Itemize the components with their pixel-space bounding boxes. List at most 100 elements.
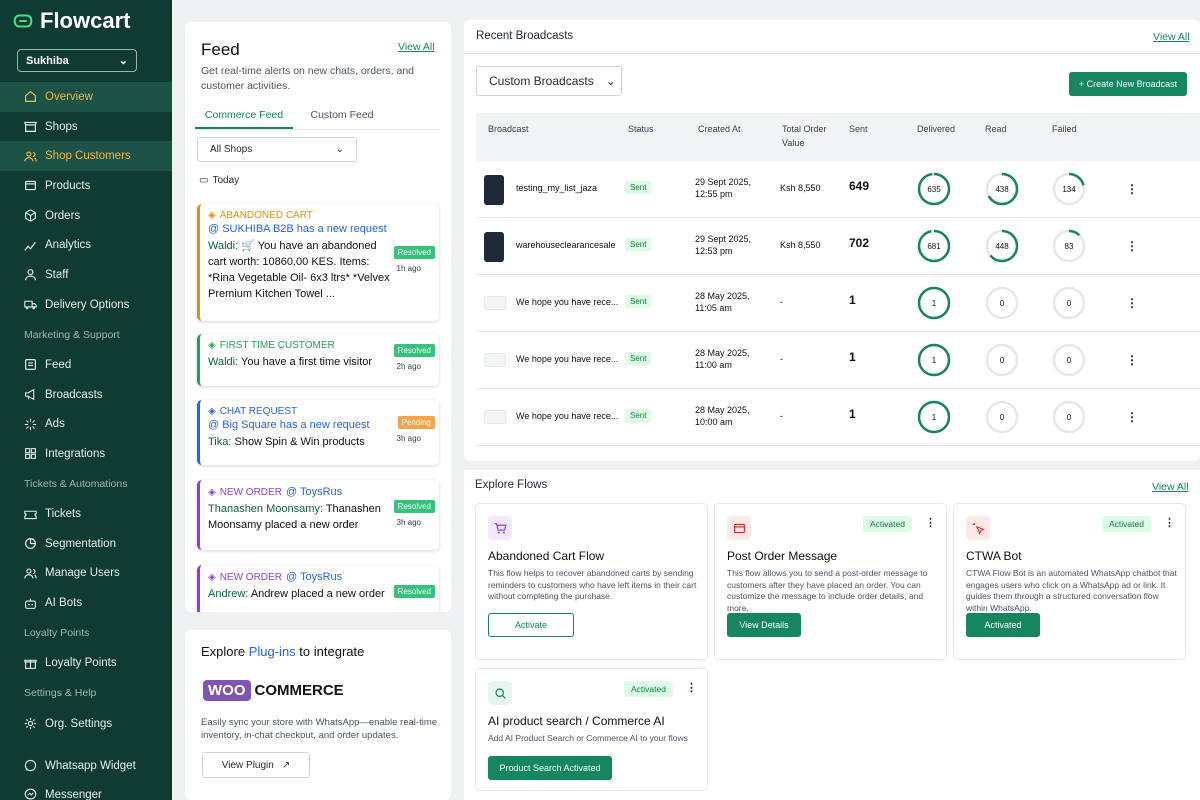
broadcast-type-dropdown[interactable]: Custom Broadcasts ⌄ <box>476 66 622 96</box>
flow-card-post-order-message[interactable]: Activated ⋮ Post Order Message This flow al… <box>714 503 947 660</box>
flow-card-abandoned-cart-flow[interactable]: Abandoned Cart Flow This flow helps to re… <box>475 503 708 660</box>
table-row[interactable]: We hope you have rece... Sent 28 May 2025,… <box>476 389 1200 446</box>
shop-selector[interactable]: Sukhiba ⌄ <box>17 49 137 72</box>
plugin-description: Easily sync your store with WhatsApp—ena… <box>201 717 438 741</box>
sidebar-item-staff[interactable]: Staff <box>0 260 172 290</box>
feed-card: Feed View All Get real-time alerts on ne… <box>185 22 451 612</box>
table-row[interactable]: testing_my_list_jaza Sent 29 Sept 2025, 12:… <box>476 161 1200 218</box>
more-options-icon[interactable]: ⋮ <box>1126 353 1138 367</box>
sidebar-item-analytics[interactable]: Analytics <box>0 230 172 260</box>
more-options-icon[interactable]: ⋮ <box>1164 516 1175 529</box>
total-order-value: Ksh 8,550 <box>780 240 821 250</box>
chart-icon <box>24 239 37 252</box>
shops-filter-dropdown[interactable]: All Shops ⌄ <box>197 137 357 162</box>
cart-icon <box>488 516 512 540</box>
sidebar-item-integrations[interactable]: Integrations <box>0 439 172 469</box>
flow-card-ctwa-bot[interactable]: Activated ⋮ CTWA Bot CTWA Flow Bot is an au… <box>953 503 1186 660</box>
sidebar-item-tickets[interactable]: Tickets <box>0 499 172 529</box>
broadcast-name[interactable]: We hope you have rece... <box>516 354 618 364</box>
sidebar-item-broadcasts[interactable]: Broadcasts <box>0 380 172 410</box>
alert-mention[interactable]: @ SUKHIBA B2B has a new request <box>208 223 431 235</box>
broadcast-name[interactable]: warehouseclearancesale <box>516 240 616 250</box>
sidebar: Flowcart Sukhiba ⌄ Overview Shops Shop Cus… <box>0 0 172 800</box>
flow-card-ai-product-search-commerce-ai[interactable]: Activated ⋮ AI product search / Commerce A… <box>475 668 708 791</box>
created-time: 10:00 am <box>695 417 733 427</box>
sidebar-item-whatsapp-widget[interactable]: Whatsapp Widget <box>0 751 172 780</box>
view-plugin-label: View Plugin <box>221 759 274 771</box>
status-badge: Sent <box>625 352 652 365</box>
sidebar-item-delivery-options[interactable]: Delivery Options <box>0 290 172 320</box>
more-options-icon[interactable]: ⋮ <box>1126 296 1138 310</box>
sidebar-item-orders[interactable]: Orders <box>0 201 172 231</box>
alert-shop-mention[interactable]: @ ToysRus <box>286 571 342 583</box>
flow-name: Post Order Message <box>727 549 838 563</box>
created-date: 28 May 2025, <box>695 348 750 358</box>
table-row[interactable]: We hope you have rece... Sent 28 May 2025,… <box>476 332 1200 389</box>
flow-action-button[interactable]: Activated <box>966 613 1040 637</box>
more-options-icon[interactable]: ⋮ <box>925 516 936 529</box>
tab-custom-feed[interactable]: Custom Feed <box>293 104 391 129</box>
more-options-icon[interactable]: ⋮ <box>1126 239 1138 253</box>
sidebar-item-manage-users[interactable]: Manage Users <box>0 559 172 589</box>
feed-alert[interactable]: ◈ CHAT REQUEST @ Big Square has a new requ… <box>197 400 439 465</box>
broadcast-name[interactable]: We hope you have rece... <box>516 411 618 421</box>
alert-shop-mention[interactable]: @ ToysRus <box>286 486 342 498</box>
sidebar-item-feed[interactable]: Feed <box>0 350 172 380</box>
image-placeholder-icon <box>484 296 506 310</box>
more-options-icon[interactable]: ⋮ <box>686 681 697 694</box>
users-icon <box>24 150 37 163</box>
package-icon <box>24 209 37 222</box>
alert-sender: Waldi: <box>208 240 239 252</box>
sidebar-item-ai-bots[interactable]: AI Bots <box>0 588 172 618</box>
alert-type-label: CHAT REQUEST <box>219 406 298 417</box>
created-at: 29 Sept 2025, 12:53 pm <box>695 233 751 257</box>
delivered-ring: 1 <box>917 286 951 320</box>
sidebar-item-label: Shop Customers <box>45 150 131 163</box>
sidebar-item-segmentation[interactable]: Segmentation <box>0 529 172 559</box>
more-options-icon[interactable]: ⋮ <box>1126 182 1138 196</box>
sidebar-item-label: Org. Settings <box>45 717 113 730</box>
table-row[interactable]: We hope you have rece... Sent 28 May 2025,… <box>476 275 1200 332</box>
feed-alert[interactable]: ◈ NEW ORDER @ ToysRus Andrew: Andrew placed… <box>197 565 439 612</box>
table-header: Broadcast Status Created At Total Order Val… <box>476 113 1200 161</box>
tab-commerce-feed[interactable]: Commerce Feed <box>195 104 293 129</box>
created-at: 28 May 2025, 10:00 am <box>695 404 750 428</box>
flow-action-button[interactable]: View Details <box>727 613 801 637</box>
failed-ring: 0 <box>1052 400 1086 434</box>
sidebar-item-org-settings[interactable]: Org. Settings <box>0 709 172 739</box>
sidebar-item-ads[interactable]: Ads <box>0 409 172 439</box>
flow-action-button[interactable]: Product Search Activated <box>488 756 612 780</box>
created-time: 11:05 am <box>695 303 732 313</box>
sidebar-item-overview[interactable]: Overview <box>0 82 172 112</box>
alert-time: 3h ago <box>396 434 421 443</box>
broadcast-name[interactable]: testing_my_list_jaza <box>516 183 597 193</box>
feed-view-all-link[interactable]: View All <box>398 41 435 53</box>
app-logo[interactable]: Flowcart <box>12 8 130 34</box>
sidebar-item-loyalty-points[interactable]: Loyalty Points <box>0 649 172 679</box>
feed-alert[interactable]: ◈ FIRST TIME CUSTOMER Waldi: You have a fi… <box>197 334 439 386</box>
flows-view-all-link[interactable]: View All <box>1152 481 1189 493</box>
plugins-title-link[interactable]: Plug-ins <box>249 644 296 659</box>
sidebar-item-products[interactable]: Products <box>0 171 172 201</box>
table-body: testing_my_list_jaza Sent 29 Sept 2025, 12:… <box>476 161 1200 446</box>
flowcart-logo-icon <box>13 14 33 28</box>
table-row[interactable]: warehouseclearancesale Sent 29 Sept 2025, 1… <box>476 218 1200 275</box>
view-plugin-button[interactable]: View Plugin ↗ <box>202 752 310 778</box>
broadcast-name[interactable]: We hope you have rece... <box>516 297 618 307</box>
truck-icon <box>24 298 37 311</box>
flow-action-button[interactable]: Activate <box>488 613 574 637</box>
sidebar-item-shops[interactable]: Shops <box>0 112 172 142</box>
create-broadcast-button[interactable]: + Create New Broadcast <box>1069 72 1187 96</box>
messenger-icon <box>24 788 37 800</box>
feed-alert[interactable]: ◈ NEW ORDER @ ToysRus Thanashen Moonsamy: T… <box>197 480 439 550</box>
delivered-ring-value: 1 <box>932 356 937 365</box>
total-order-value: - <box>780 411 783 421</box>
created-at: 29 Sept 2025, 12:55 pm <box>695 176 751 200</box>
more-options-icon[interactable]: ⋮ <box>1126 410 1138 424</box>
sidebar-item-messenger[interactable]: Messenger <box>0 780 172 800</box>
sidebar-item-shop-customers[interactable]: Shop Customers <box>0 141 172 172</box>
sent-count: 649 <box>849 179 870 193</box>
broadcasts-view-all-link[interactable]: View All <box>1153 31 1190 43</box>
feed-alert[interactable]: ◈ ABANDONED CART @ SUKHIBA B2B has a new r… <box>197 204 439 321</box>
flows-title: Explore Flows <box>475 479 548 491</box>
